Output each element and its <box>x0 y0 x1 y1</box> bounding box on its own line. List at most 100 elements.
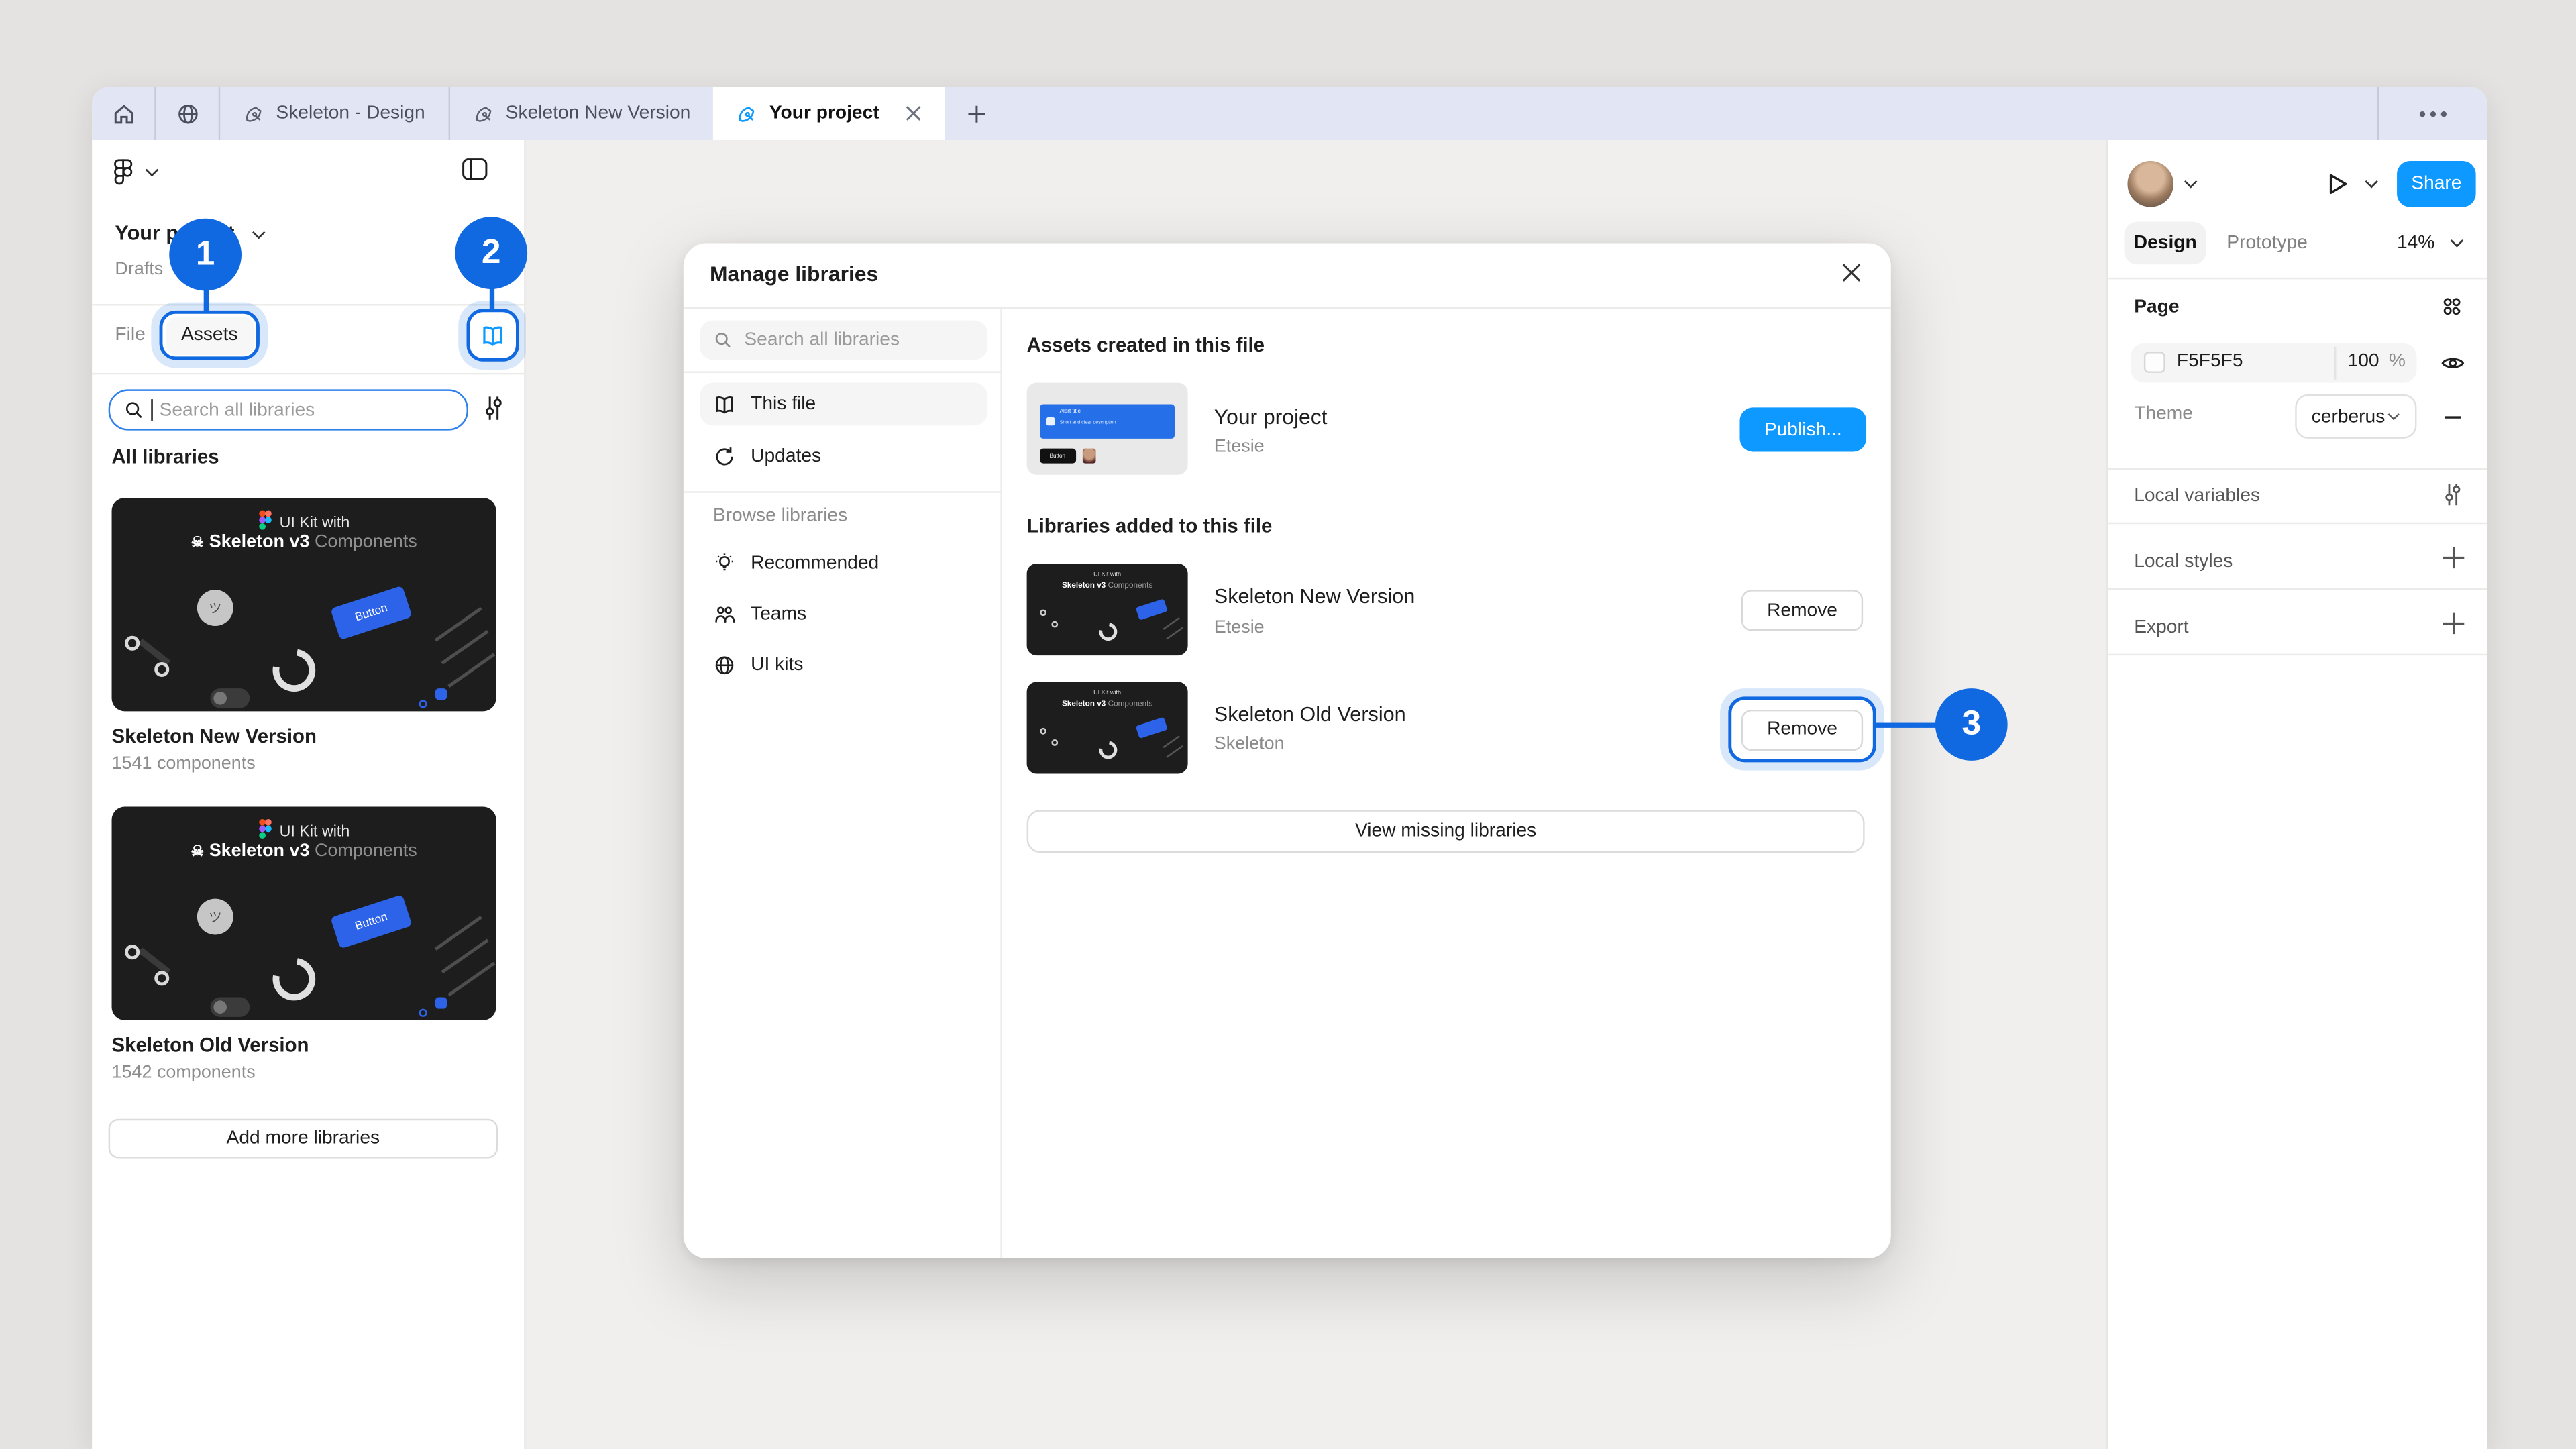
thumb-button-component: Button <box>330 586 412 640</box>
export-section[interactable]: Export <box>2134 618 2188 637</box>
search-input[interactable]: Search all libraries <box>109 389 468 430</box>
remove-skeleton-new-version-button[interactable]: Remove <box>1741 590 1863 631</box>
card-kit-line: UI Kit with <box>112 818 496 841</box>
panel-toggle-icon <box>462 158 488 180</box>
divider <box>92 373 524 374</box>
mini-spinner-component <box>1095 619 1121 645</box>
theme-dropdown[interactable]: cerberus <box>2295 394 2416 439</box>
breadcrumb[interactable]: Drafts <box>115 260 163 279</box>
globe-icon <box>175 101 200 126</box>
tab-prototype[interactable]: Prototype <box>2216 222 2318 265</box>
window-menu-button[interactable] <box>2379 87 2487 140</box>
mini-title-line: Skeleton v3 Components <box>1043 582 1172 590</box>
tab-skeleton-new-version[interactable]: Skeleton New Version <box>449 87 713 140</box>
styles-picker-button[interactable] <box>2440 294 2465 319</box>
library-name: Skeleton Old Version <box>112 1033 309 1056</box>
nav-updates[interactable]: Updates <box>700 435 987 478</box>
nav-ui-kits[interactable]: UI kits <box>700 644 987 687</box>
skull-icon: ☠ <box>191 534 204 550</box>
assets-created-heading: Assets created in this file <box>1027 333 1265 356</box>
nav-item-label: UI kits <box>751 655 803 675</box>
minus-icon <box>2441 406 2464 429</box>
styles-clover-icon <box>2440 294 2465 319</box>
chevron-down-icon[interactable] <box>2184 179 2198 189</box>
page-fill-row[interactable]: F5F5F5 100 % <box>2131 343 2416 383</box>
thumb-checkbox-component <box>435 688 447 700</box>
share-button[interactable]: Share <box>2397 161 2476 207</box>
nav-this-file[interactable]: This file <box>700 383 987 426</box>
divider <box>1000 307 1002 1258</box>
nav-item-label: Teams <box>751 604 806 624</box>
toggle-visibility-button[interactable] <box>2440 350 2466 376</box>
local-variables-section[interactable]: Local variables <box>2134 486 2260 506</box>
sliders-icon <box>482 394 506 423</box>
figma-logo-menu[interactable] <box>113 158 133 186</box>
fill-opacity-value[interactable]: 100 <box>2348 352 2379 371</box>
mini-accordion-line <box>1166 745 1183 758</box>
open-libraries-button[interactable] <box>472 315 513 356</box>
present-button[interactable] <box>2323 169 2351 199</box>
view-missing-libraries-button[interactable]: View missing libraries <box>1027 810 1865 853</box>
fill-color-swatch[interactable] <box>2144 352 2165 373</box>
library-card-skeleton-old-version[interactable]: UI Kit with ☠ Skeleton v3 Components ツ B… <box>112 806 496 1020</box>
thumb-accordion-line <box>447 653 495 688</box>
local-styles-section[interactable]: Local styles <box>2134 552 2233 572</box>
divider <box>2108 654 2487 655</box>
close-modal-button[interactable] <box>1840 261 1863 284</box>
share-label: Share <box>2411 174 2461 194</box>
tab-file[interactable]: File <box>115 325 145 345</box>
annotation-3-stem <box>1876 722 1942 727</box>
nav-recommended[interactable]: Recommended <box>700 542 987 585</box>
annotation-number: 1 <box>196 235 215 274</box>
chevron-down-icon[interactable] <box>2364 179 2379 189</box>
publish-button[interactable]: Publish... <box>1739 407 1866 451</box>
divider <box>2108 588 2487 590</box>
divider <box>684 307 1891 309</box>
divider <box>2108 523 2487 524</box>
community-button[interactable] <box>156 87 219 140</box>
mini-accordion-line <box>1166 627 1183 640</box>
fill-hex-value[interactable]: F5F5F5 <box>2177 352 2243 371</box>
close-tab-button[interactable] <box>906 105 922 121</box>
home-button[interactable] <box>92 87 154 140</box>
nav-teams[interactable]: Teams <box>700 593 987 636</box>
chevron-down-icon[interactable] <box>2449 238 2464 248</box>
close-icon <box>1840 261 1863 284</box>
eye-icon <box>2440 350 2466 376</box>
remove-skeleton-old-version-button[interactable]: Remove <box>1741 709 1863 750</box>
modal-search-input[interactable]: Search all libraries <box>700 321 987 360</box>
tab-design[interactable]: Design <box>2125 222 2206 265</box>
chevron-down-icon[interactable] <box>252 230 266 240</box>
tab-your-project[interactable]: Your project <box>714 87 945 140</box>
panel-toggle-button[interactable] <box>462 158 488 180</box>
library-row-owner: Etesie <box>1214 618 1265 637</box>
chevron-down-icon[interactable] <box>145 168 160 178</box>
user-avatar[interactable] <box>2127 161 2174 207</box>
new-tab-button[interactable] <box>945 87 1008 140</box>
publish-label: Publish... <box>1764 420 1842 439</box>
add-style-button[interactable] <box>2441 545 2466 570</box>
open-variables-button[interactable] <box>2441 482 2464 508</box>
home-icon <box>111 101 136 126</box>
tab-skeleton-design[interactable]: Skeleton - Design <box>220 87 448 140</box>
all-libraries-heading: All libraries <box>112 445 219 468</box>
tab-assets[interactable]: Assets <box>165 316 254 354</box>
thumb-slider-component <box>138 947 170 975</box>
search-icon <box>713 330 733 350</box>
library-card-skeleton-new-version[interactable]: UI Kit with ☠ Skeleton v3 Components ツ B… <box>112 498 496 711</box>
add-more-libraries-button[interactable]: Add more libraries <box>109 1119 498 1159</box>
filter-button[interactable] <box>482 394 506 423</box>
thumb-slider-knob <box>125 636 140 651</box>
add-export-button[interactable] <box>2441 611 2466 636</box>
zoom-level[interactable]: 14% <box>2397 233 2434 253</box>
remove-theme-button[interactable] <box>2441 406 2464 429</box>
figma-file-icon <box>737 103 758 124</box>
thumb-radio-component <box>419 700 427 708</box>
thumb-accordion-line <box>447 962 495 997</box>
library-row-thumbnail: UI Kit with Skeleton v3 Components <box>1027 682 1188 773</box>
thumb-spinner-component <box>264 949 324 1009</box>
library-name: Skeleton New Version <box>112 724 317 747</box>
thumb-accordion-line <box>441 938 489 973</box>
add-more-libraries-label: Add more libraries <box>227 1128 380 1148</box>
divider <box>2108 278 2487 279</box>
